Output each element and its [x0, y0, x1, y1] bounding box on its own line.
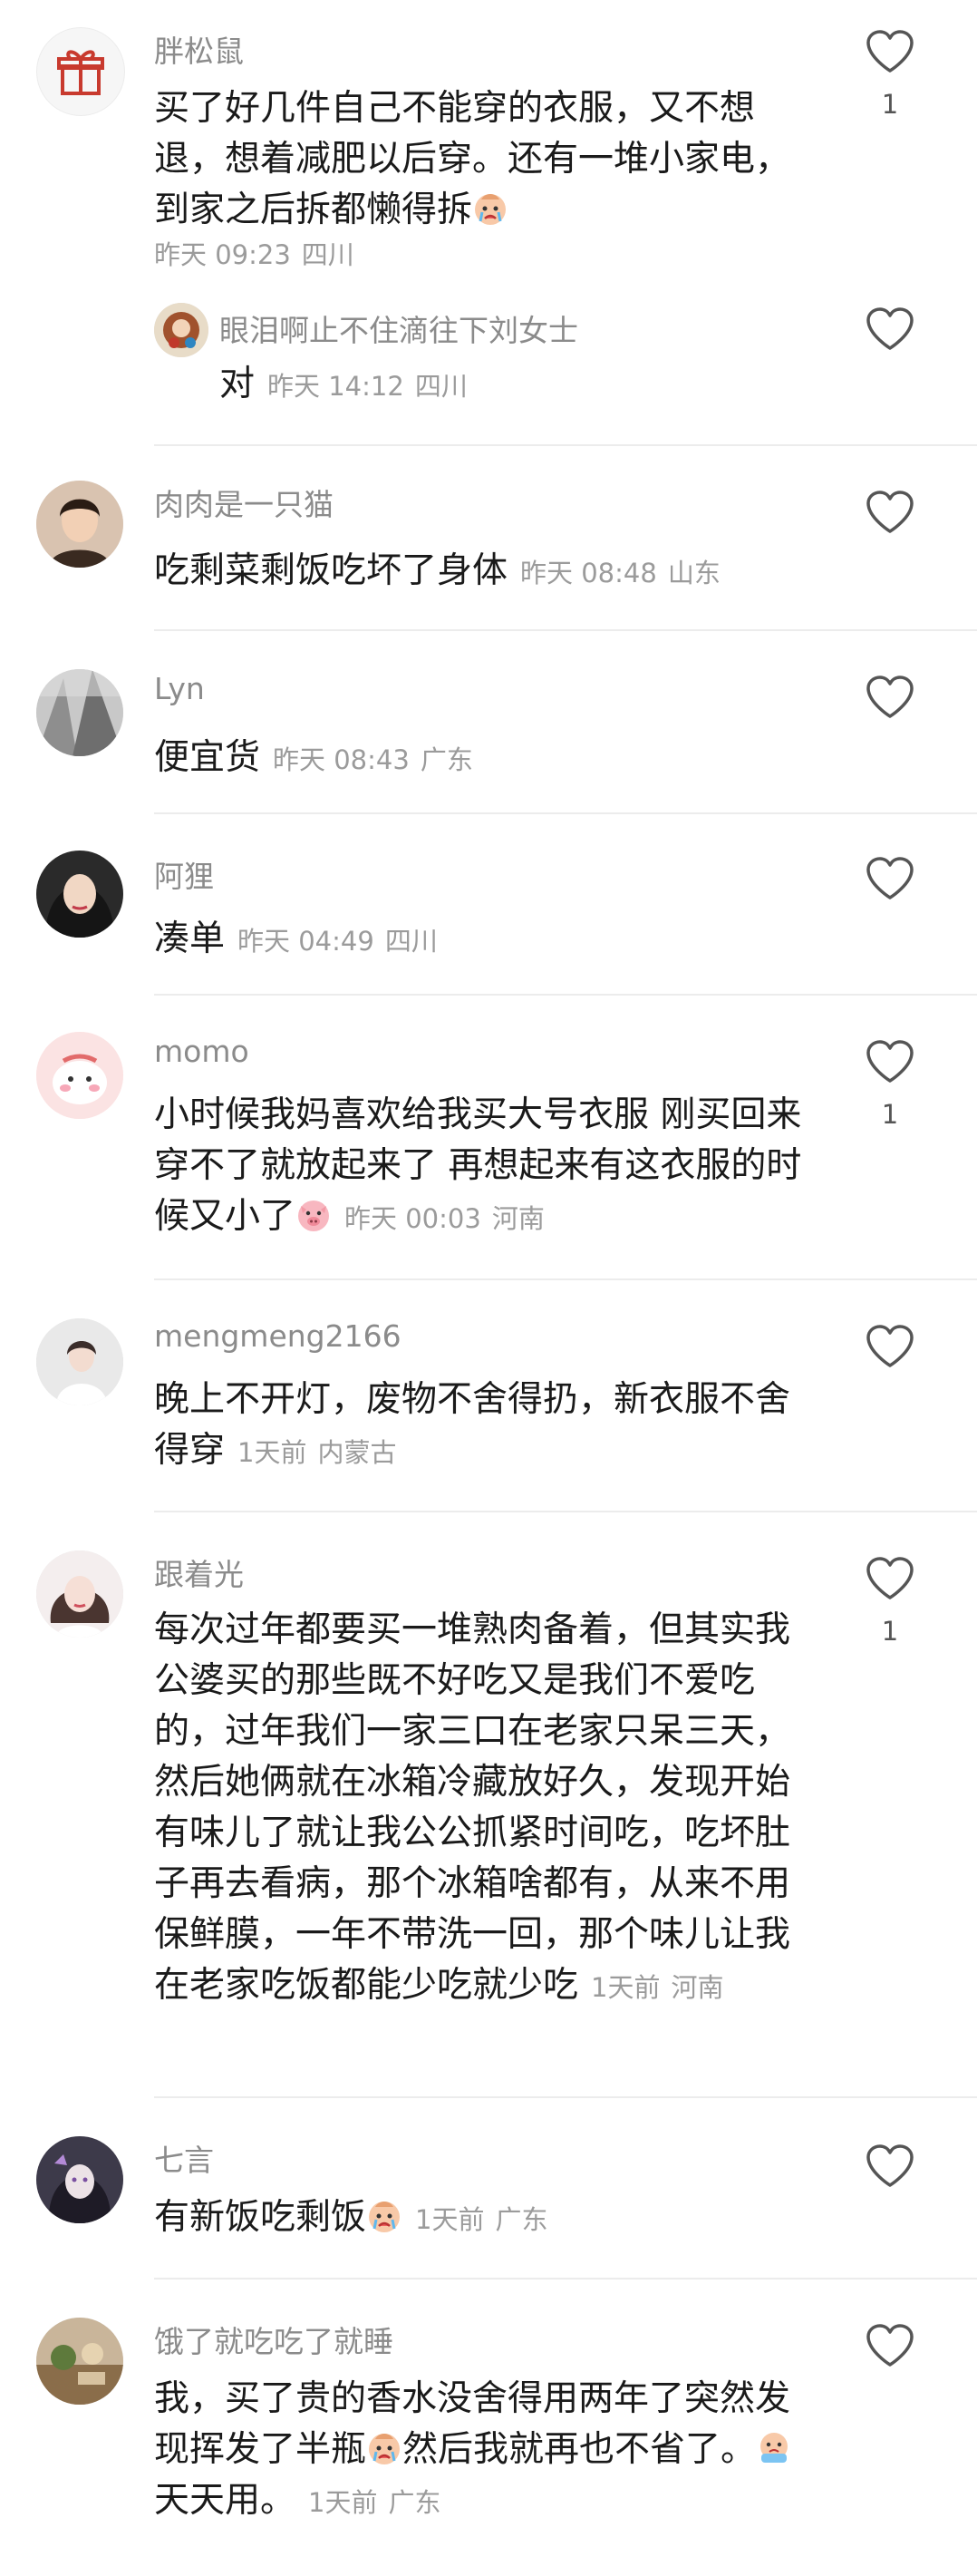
avatar[interactable] — [36, 481, 123, 568]
comment-location: 四川 — [301, 239, 354, 270]
reply-like-icon[interactable] — [865, 306, 915, 352]
comment-text: 吃剩菜剩饭吃坏了身体 昨天 08:48 山东 — [154, 546, 816, 598]
reply-location: 四川 — [414, 371, 468, 402]
comment-text-content: 每次过年都要买一堆熟肉备着，但其实我公婆买的那些既不好吃又是我们不爱吃的，过年我… — [154, 1609, 791, 2006]
divider — [154, 2096, 977, 2098]
comment-text: 我，买了贵的香水没舍得用两年了突然发现挥发了半瓶 然后我就再也不省了。 天天用。 1天… — [154, 2374, 816, 2528]
avatar[interactable] — [36, 1032, 123, 1119]
avatar[interactable] — [36, 2318, 123, 2405]
comment-meta: 昨天 09:23 四川 — [154, 234, 354, 272]
gift-icon — [57, 50, 104, 95]
comment-author[interactable]: Lyn — [154, 671, 205, 706]
avatar[interactable] — [36, 1318, 123, 1405]
comment-location: 山东 — [667, 558, 721, 588]
comment-time: 昨天 00:03 — [344, 1203, 481, 1234]
comment-text-content: 有新饭吃剩饭 — [154, 2197, 367, 2238]
comment-location: 河南 — [671, 1972, 724, 2003]
like-icon[interactable] — [865, 856, 915, 901]
comment-time: 1天前 — [237, 1437, 307, 1468]
avatar[interactable] — [36, 669, 123, 756]
crying-face-emoji — [366, 2198, 402, 2234]
comment-text: 买了好几件自己不能穿的衣服，又不想退，想着减肥以后穿。还有一堆小家电，到家之后拆… — [154, 83, 816, 236]
like-icon[interactable] — [865, 675, 915, 720]
comment-text-content: 便宜货 — [154, 737, 261, 778]
comment-time: 昨天 09:23 — [154, 239, 291, 270]
comment-author[interactable]: momo — [154, 1034, 249, 1069]
comment-location: 四川 — [384, 926, 438, 957]
comment-text-content: 吃剩菜剩饭吃坏了身体 — [154, 550, 508, 591]
comment-author[interactable]: 饿了就吃吃了就睡 — [154, 2318, 393, 2361]
divider — [154, 2278, 977, 2280]
reply-text-content: 对 — [219, 364, 256, 404]
like-icon[interactable] — [865, 2323, 915, 2368]
like-icon[interactable] — [865, 2143, 915, 2189]
divider — [154, 812, 977, 814]
comment-time: 1天前 — [415, 2204, 485, 2235]
comment-text: 小时候我妈喜欢给我买大号衣服 刚买回来穿不了就放起来了 再想起来有这衣服的时候又… — [154, 1090, 816, 1244]
pig-face-emoji — [295, 1197, 332, 1233]
comment-text-content: 天天用。 — [154, 2480, 296, 2521]
comment-time: 1天前 — [308, 2487, 378, 2518]
like-count: 1 — [881, 1616, 899, 1647]
divider — [154, 629, 977, 631]
avatar[interactable] — [36, 1550, 123, 1638]
comment-time: 昨天 08:43 — [273, 744, 410, 775]
divider — [154, 1511, 977, 1512]
reply-time: 昨天 14:12 — [267, 371, 404, 402]
comment-text: 每次过年都要买一堆熟肉备着，但其实我公婆买的那些既不好吃又是我们不爱吃的，过年我… — [154, 1605, 816, 2013]
crying-face-emoji — [366, 2430, 402, 2466]
comment-author[interactable]: 肉肉是一只猫 — [154, 481, 334, 524]
comment-text-content: 凑单 — [154, 919, 226, 959]
crying-tears-emoji — [756, 2430, 792, 2466]
like-count: 1 — [881, 89, 899, 120]
comment-author[interactable]: mengmeng2166 — [154, 1318, 401, 1354]
avatar[interactable] — [36, 27, 125, 116]
comment-text: 凑单 昨天 04:49 四川 — [154, 914, 816, 967]
avatar[interactable] — [36, 851, 123, 938]
divider — [154, 1278, 977, 1280]
comment-location: 广东 — [388, 2487, 441, 2518]
avatar[interactable] — [36, 2136, 123, 2223]
comment-text: 便宜货 昨天 08:43 广东 — [154, 733, 816, 785]
comment-location: 广东 — [495, 2204, 548, 2235]
crying-face-emoji — [472, 190, 508, 227]
comment-time: 1天前 — [591, 1972, 661, 2003]
like-icon[interactable] — [865, 1556, 915, 1601]
reply-author[interactable]: 眼泪啊止不住滴往下刘女士 — [219, 306, 578, 350]
like-icon[interactable] — [865, 29, 915, 74]
comment-time: 昨天 04:49 — [237, 926, 374, 957]
like-icon[interactable] — [865, 490, 915, 535]
like-icon[interactable] — [865, 1039, 915, 1084]
comment-author[interactable]: 阿狸 — [154, 852, 214, 896]
like-count: 1 — [881, 1099, 899, 1130]
comment-text-content: 然后我就再也不省了。 — [402, 2429, 757, 2470]
reply-avatar[interactable] — [154, 303, 208, 357]
comment-time: 昨天 08:48 — [520, 558, 657, 588]
comment-author[interactable]: 胖松鼠 — [154, 27, 244, 71]
comment-location: 河南 — [491, 1203, 545, 1234]
reply-text: 对昨天 14:12 四川 — [219, 359, 468, 412]
comment-location: 内蒙古 — [317, 1437, 397, 1468]
comment-author[interactable]: 跟着光 — [154, 1550, 244, 1594]
divider — [154, 444, 977, 446]
comment-text: 晚上不开灯，废物不舍得扔，新衣服不舍得穿 1天前 内蒙古 — [154, 1375, 816, 1478]
comment-location: 广东 — [420, 744, 473, 775]
like-icon[interactable] — [865, 1324, 915, 1369]
comment-author[interactable]: 七言 — [154, 2136, 214, 2180]
divider — [154, 994, 977, 996]
comment-text: 有新饭吃剩饭 1天前 广东 — [154, 2192, 816, 2245]
